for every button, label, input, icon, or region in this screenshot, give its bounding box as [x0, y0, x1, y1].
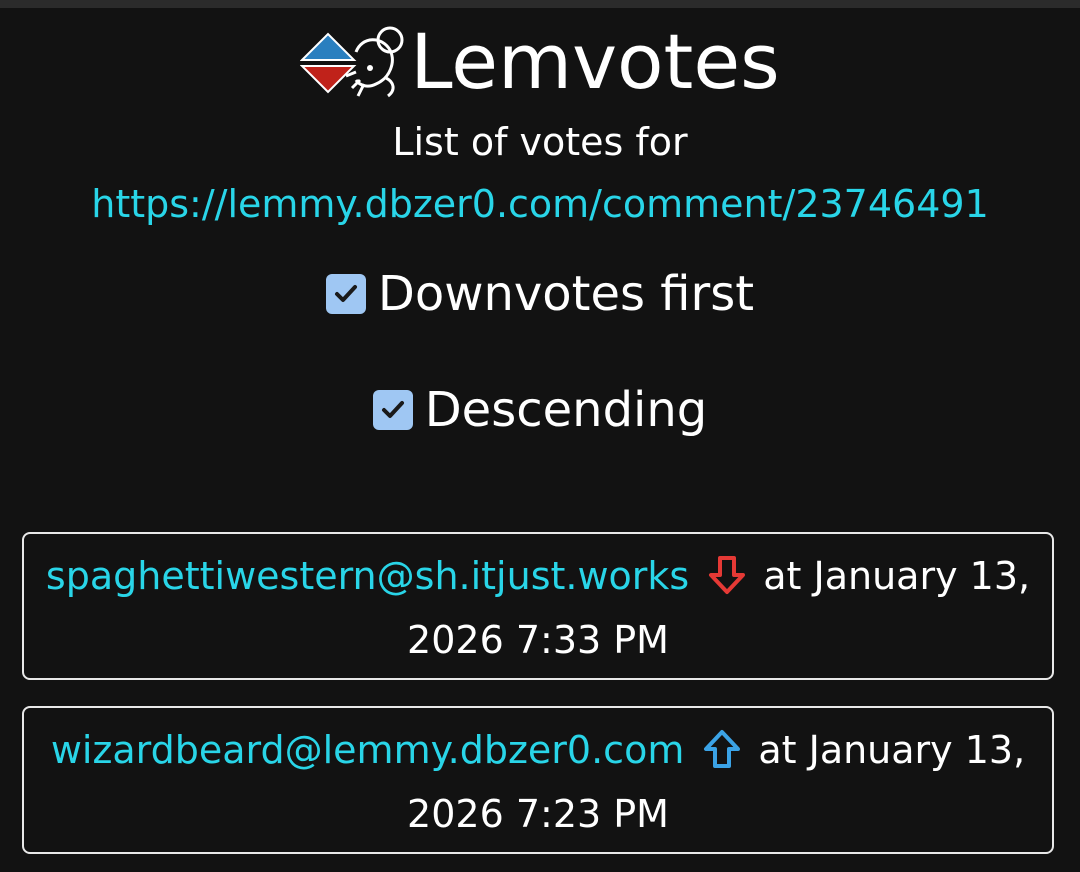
- descending-checkbox[interactable]: [372, 390, 413, 430]
- descending-option[interactable]: Descending: [0, 382, 1080, 438]
- vote-time-suffix: 2026 7:23 PM: [407, 792, 669, 836]
- vote-time-prefix: at January 13,: [758, 728, 1026, 772]
- arrow-down-icon: [709, 556, 746, 594]
- lemvotes-logo-icon: [300, 26, 404, 98]
- app-title: Lemvotes: [410, 17, 780, 106]
- downvotes-first-label: Downvotes first: [377, 266, 755, 322]
- top-border: [0, 0, 1080, 8]
- arrow-up-icon: [704, 730, 741, 768]
- check-icon: [334, 285, 357, 302]
- voter-link[interactable]: spaghettiwestern@sh.itjust.works: [46, 554, 689, 598]
- page-subtitle: List of votes for: [392, 120, 688, 164]
- downvotes-first-checkbox[interactable]: [325, 274, 366, 314]
- vote-card: wizardbeard@lemmy.dbzer0.com at January …: [22, 706, 1054, 854]
- check-icon: [381, 401, 404, 418]
- voter-link[interactable]: wizardbeard@lemmy.dbzer0.com: [51, 728, 685, 772]
- vote-card: spaghettiwestern@sh.itjust.works at Janu…: [22, 532, 1054, 680]
- vote-time-suffix: 2026 7:33 PM: [407, 618, 669, 662]
- app-header: Lemvotes: [0, 14, 1080, 110]
- vote-time-prefix: at January 13,: [763, 554, 1031, 598]
- downvotes-first-option[interactable]: Downvotes first: [0, 266, 1080, 322]
- comment-link[interactable]: https://lemmy.dbzer0.com/comment/2374649…: [0, 180, 1080, 228]
- descending-label: Descending: [424, 382, 708, 438]
